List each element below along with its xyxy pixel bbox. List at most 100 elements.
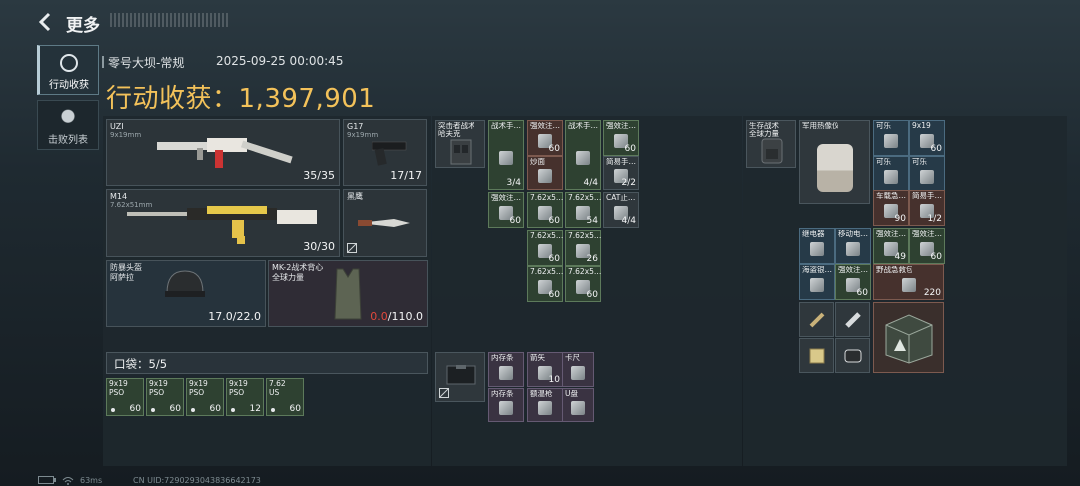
item-name: 9x19	[109, 380, 128, 388]
inventory-item[interactable]: 军用热像仪	[799, 120, 870, 204]
item-name: 强效注…	[491, 194, 521, 202]
back-icon[interactable]	[36, 12, 56, 32]
item-qty: 10	[548, 375, 560, 385]
melee-slot[interactable]: 黑鹰	[343, 189, 427, 257]
item-icon	[576, 151, 590, 165]
pocket-item[interactable]: 9x19 PSO 60	[186, 378, 224, 416]
item-name: 强效注…	[530, 122, 560, 130]
item-name: 战术手…	[491, 122, 521, 130]
inventory-item[interactable]: 简易手… 1/2	[909, 190, 945, 226]
inventory-item[interactable]: 强效注… 60	[603, 120, 639, 156]
item-icon	[538, 169, 552, 183]
match-datetime: 2025-09-25 00:00:45	[216, 54, 344, 68]
harvest-label: 行动收获：	[106, 84, 239, 114]
item-name: 移动电…	[838, 230, 868, 238]
item-qty: 60	[509, 216, 521, 226]
inventory-item[interactable]: 移动电…	[835, 228, 871, 264]
weapon-slot-g17[interactable]: G17 9x19mm 17/17	[343, 119, 427, 186]
inventory-item[interactable]: 7.62x5… 60	[565, 266, 601, 302]
inventory-item[interactable]: 战术手… 3/4	[488, 120, 524, 190]
item-name: 可乐	[876, 158, 891, 166]
item-name: 7.62x5…	[530, 268, 564, 276]
inventory-item[interactable]: 野战急救包 220	[873, 264, 944, 300]
ammo-icon	[809, 312, 825, 328]
inventory-item[interactable]: 强效注… 60	[488, 192, 524, 228]
bullet-dot-icon	[151, 408, 155, 412]
loose-item[interactable]	[835, 338, 870, 373]
durability-max: /110.0	[387, 310, 423, 323]
weapon-slot-m14[interactable]: M14 7.62x51mm 30/30	[106, 189, 340, 257]
rig-container[interactable]: 突击者战术 哈夫克	[435, 120, 485, 168]
item-icon	[810, 278, 824, 292]
inventory-item[interactable]: 车载急… 90	[873, 190, 909, 226]
loose-item[interactable]	[799, 302, 834, 337]
inventory-item[interactable]: 炒面	[527, 156, 563, 190]
inventory-item[interactable]: 强效注… 60	[835, 264, 871, 300]
item-sub: PSO	[189, 389, 205, 397]
weapon-name: G17	[347, 122, 364, 131]
helmet-icon	[165, 270, 205, 297]
tab-action-harvest[interactable]: 行动收获	[37, 45, 99, 95]
inventory-item[interactable]: 7.62x5… 54	[565, 192, 601, 228]
inventory-item[interactable]: 7.62x5… 60	[527, 192, 563, 228]
tab-kill-list[interactable]: 击败列表	[37, 100, 99, 150]
item-icon	[538, 401, 552, 415]
durability-current: 0.0	[370, 310, 388, 323]
map-name: 零号大坝-常规	[101, 56, 185, 70]
inventory-item[interactable]: 简易手… 2/2	[603, 156, 639, 190]
weapon-slot-uzi[interactable]: UZI 9x19mm 35/35	[106, 119, 340, 186]
inventory-item[interactable]: 继电器	[799, 228, 835, 264]
inventory-item[interactable]: 7.62x5… 60	[527, 266, 563, 302]
ammo-count: 35/35	[303, 169, 335, 182]
item-sub: US	[269, 389, 280, 397]
ammo-count: 17/17	[390, 169, 422, 182]
item-name: 7.62x5…	[530, 194, 564, 202]
item-name: 箭矢	[530, 354, 545, 362]
backpack-container[interactable]: 生存战术 全球力量	[746, 120, 796, 168]
pocket-item[interactable]: 9x19 PSO 60	[106, 378, 144, 416]
loose-item[interactable]	[799, 338, 834, 373]
bullet-dot-icon	[111, 408, 115, 412]
loot-crate[interactable]	[873, 302, 944, 373]
inventory-item[interactable]: 内存条	[488, 352, 524, 387]
vest-brand: 全球力量	[272, 273, 304, 282]
ammo-count: 30/30	[303, 240, 335, 253]
loose-item[interactable]	[835, 302, 870, 337]
inventory-item[interactable]: 7.62x5… 60	[527, 230, 563, 266]
inventory-item[interactable]: 箭矢 10	[527, 352, 563, 387]
item-icon	[920, 170, 934, 184]
helmet-slot[interactable]: 防暴头盔 阿萨拉 17.0/22.0	[106, 260, 266, 327]
pocket-item[interactable]: 7.62 US 60	[266, 378, 304, 416]
item-icon	[810, 242, 824, 256]
vest-slot[interactable]: MK-2战术背心 全球力量 0.0/110.0	[268, 260, 428, 327]
inventory-item[interactable]: 额温枪	[527, 388, 563, 422]
inventory-item[interactable]: 强效注… 60	[909, 228, 945, 264]
inventory-item[interactable]: 可乐	[909, 156, 945, 192]
inventory-item[interactable]: 海盗银…	[799, 264, 835, 300]
item-icon	[884, 170, 898, 184]
inventory-item[interactable]: 可乐	[873, 156, 909, 192]
pocket-item[interactable]: 9x19 PSO 60	[146, 378, 184, 416]
item-name: 9x19	[229, 380, 248, 388]
smg-icon	[157, 138, 293, 168]
inventory-item[interactable]: 战术手… 4/4	[565, 120, 601, 190]
inventory-item[interactable]: 卡尺	[562, 352, 594, 387]
item-qty: 60	[209, 404, 221, 414]
item-name: 9x19	[149, 380, 168, 388]
inventory-item[interactable]: U盘	[562, 388, 594, 422]
inventory-item[interactable]: CAT止… 4/4	[603, 192, 639, 228]
inventory-item[interactable]: 强效注… 49	[873, 228, 909, 264]
item-name: 可乐	[912, 158, 927, 166]
secure-case[interactable]	[435, 352, 485, 402]
inventory-item[interactable]: 可乐	[873, 120, 909, 156]
pocket-item[interactable]: 9x19 PSO 12	[226, 378, 264, 416]
inventory-item[interactable]: 强效注… 60	[527, 120, 563, 156]
no-insure-icon	[347, 243, 357, 253]
item-name: 9x19	[189, 380, 208, 388]
inventory-item[interactable]: 内存条	[488, 388, 524, 422]
item-name: 内存条	[491, 390, 514, 398]
item-name: 7.62x5…	[530, 232, 564, 240]
inventory-item[interactable]: 7.62x5… 26	[565, 230, 601, 266]
inventory-item[interactable]: 9x19 60	[909, 120, 945, 156]
item-name: 强效注…	[838, 266, 868, 274]
